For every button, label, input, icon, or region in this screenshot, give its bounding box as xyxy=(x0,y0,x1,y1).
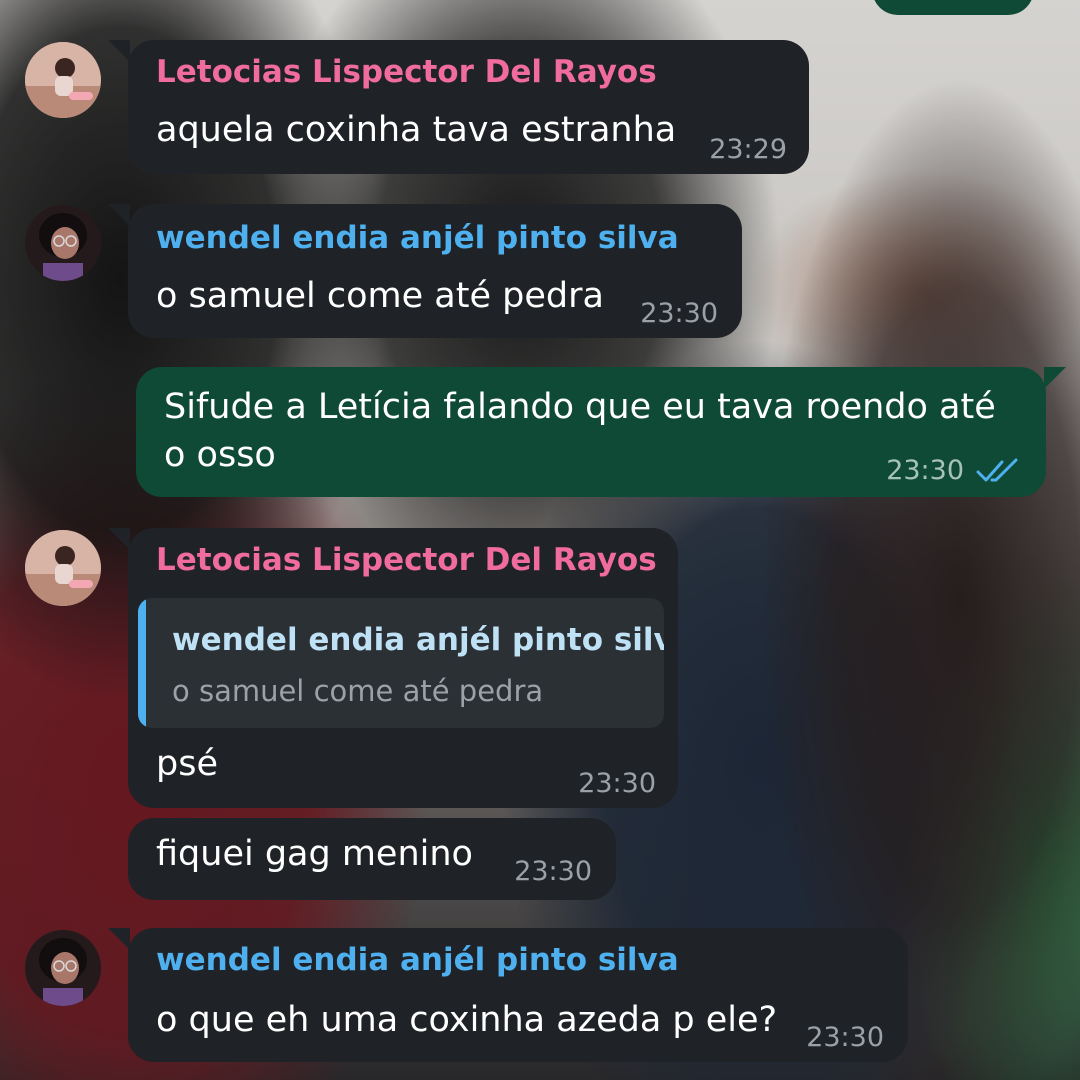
quoted-reply[interactable]: wendel endia anjél pinto silva o samuel … xyxy=(138,598,664,728)
sender-name[interactable]: Letocias Lispector Del Rayos xyxy=(156,542,657,578)
avatar-photo-icon xyxy=(25,205,101,281)
sender-name[interactable]: Letocias Lispector Del Rayos xyxy=(156,54,657,90)
sender-avatar[interactable] xyxy=(25,530,101,606)
sender-name[interactable]: wendel endia anjél pinto silva xyxy=(156,942,679,978)
sender-name[interactable]: wendel endia anjél pinto silva xyxy=(156,220,679,256)
message-bubble-outgoing[interactable]: Sifude a Letícia falando que eu tava roe… xyxy=(136,367,1066,497)
sender-avatar[interactable] xyxy=(25,930,101,1006)
bubble-tail xyxy=(108,928,130,950)
avatar-photo-icon xyxy=(25,930,101,1006)
chat-view: Letocias Lispector Del Rayos aquela coxi… xyxy=(0,0,1080,1080)
message-text-line: Sifude a Letícia falando que eu tava roe… xyxy=(164,387,996,427)
message-time: 23:29 xyxy=(709,134,787,165)
message-bubble-incoming[interactable]: wendel endia anjél pinto silva o que eh … xyxy=(108,928,908,1062)
bubble-tail xyxy=(1044,367,1066,389)
double-check-icon xyxy=(976,458,1018,482)
sender-avatar[interactable] xyxy=(25,42,101,118)
quote-sender-name: wendel endia anjél pinto silva xyxy=(172,622,664,658)
message-bubble-incoming[interactable]: fiquei gag menino 23:30 xyxy=(128,818,616,900)
message-text: o samuel come até pedra xyxy=(156,276,604,316)
message-time: 23:30 xyxy=(514,856,592,887)
message-bubble-partial[interactable] xyxy=(872,0,1034,15)
message-text-line: o osso xyxy=(164,435,276,475)
message-time: 23:30 xyxy=(578,768,656,799)
avatar-photo-icon xyxy=(25,530,101,606)
avatar-photo-icon xyxy=(25,42,101,118)
bubble-tail xyxy=(108,40,130,62)
quote-accent-bar xyxy=(138,598,146,728)
message-bubble-incoming[interactable]: Letocias Lispector Del Rayos wendel endi… xyxy=(108,528,678,808)
message-text: o que eh uma coxinha azeda p ele? xyxy=(156,1000,778,1040)
quote-text: o samuel come até pedra xyxy=(172,674,544,708)
message-bubble-incoming[interactable]: wendel endia anjél pinto silva o samuel … xyxy=(108,204,742,338)
bubble-tail xyxy=(108,528,130,550)
message-text: aquela coxinha tava estranha xyxy=(156,110,677,150)
bubble-tail xyxy=(108,204,130,226)
message-bubble-incoming[interactable]: Letocias Lispector Del Rayos aquela coxi… xyxy=(108,40,809,174)
message-text: fiquei gag menino xyxy=(156,834,473,874)
message-time: 23:30 xyxy=(886,455,964,486)
message-time: 23:30 xyxy=(806,1022,884,1053)
sender-avatar[interactable] xyxy=(25,205,101,281)
message-text: psé xyxy=(156,744,218,784)
message-time: 23:30 xyxy=(640,298,718,329)
